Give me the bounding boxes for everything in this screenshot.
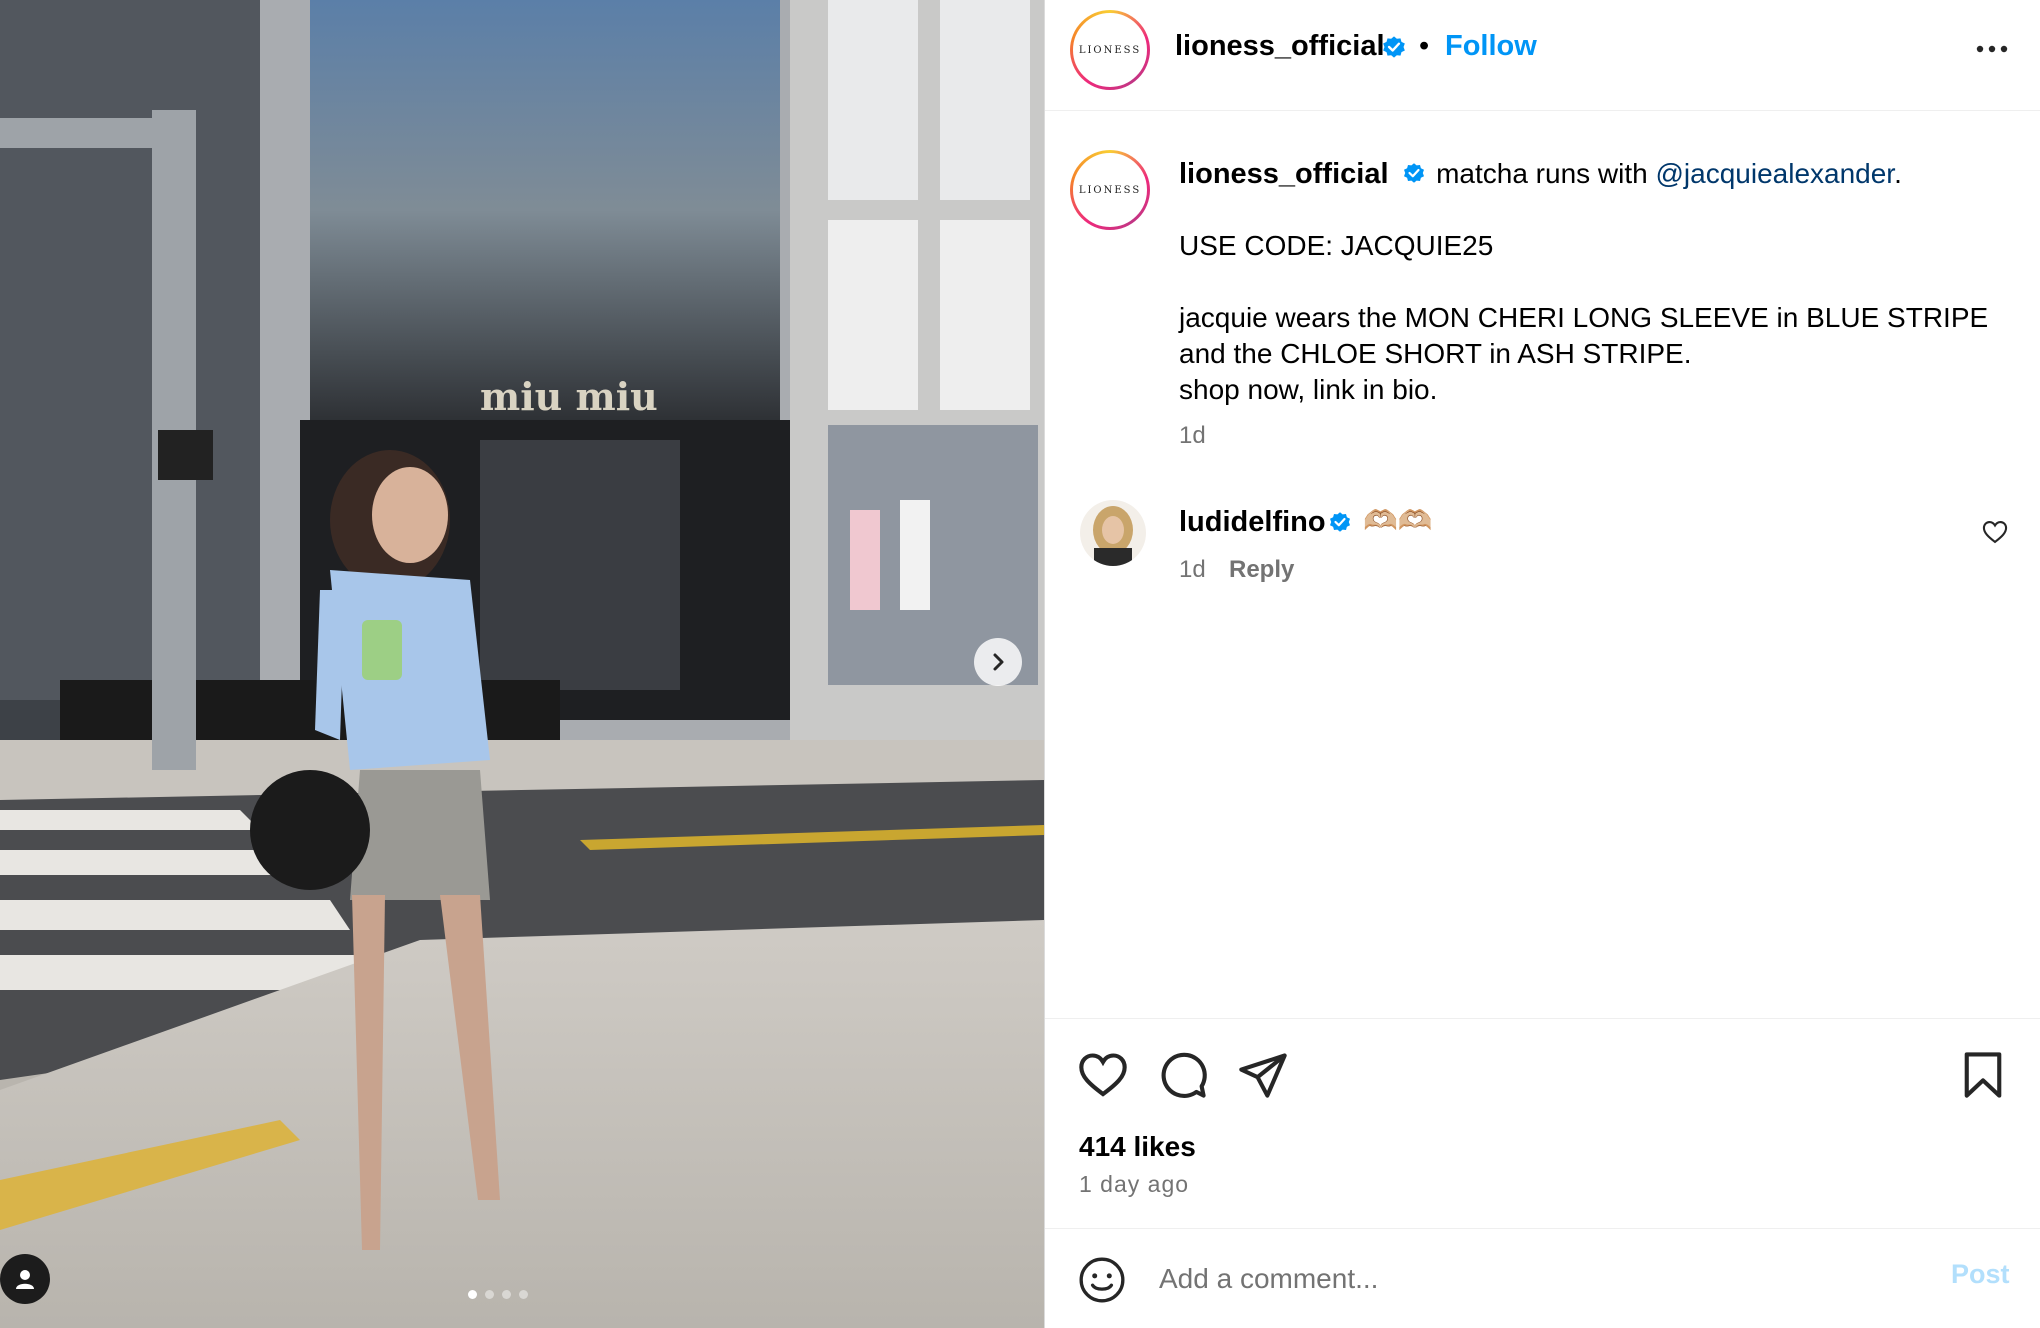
comment-like-heart-icon[interactable] xyxy=(1981,518,2009,546)
carousel-next-button[interactable] xyxy=(974,638,1022,686)
add-comment-bar: Post xyxy=(1045,1228,2040,1328)
emoji-smiley-icon[interactable] xyxy=(1077,1255,1127,1305)
user-tag-icon xyxy=(16,1270,34,1289)
chevron-right-icon xyxy=(993,653,1004,671)
brand-logo: LIONESS xyxy=(1078,44,1142,56)
comment-bubble-icon[interactable] xyxy=(1157,1049,1209,1101)
street-photo-image: miu miu xyxy=(0,0,1044,1328)
caption-username[interactable]: lioness_official xyxy=(1179,158,1389,190)
caption-wears-line-1: jacquie wears the MON CHERI LONG SLEEVE … xyxy=(1179,302,1989,333)
store-sign: miu miu xyxy=(480,374,658,419)
carousel-dot xyxy=(485,1290,494,1299)
account-avatar[interactable]: LIONESS xyxy=(1070,10,1150,90)
save-bookmark-icon[interactable] xyxy=(1957,1049,2009,1101)
follow-button[interactable]: Follow xyxy=(1445,30,1537,63)
comment-text: 🫶🏼🫶🏼 xyxy=(1363,505,1433,536)
likes-count[interactable]: 414 likes xyxy=(1079,1131,1196,1163)
caption-timestamp: 1d xyxy=(1179,422,1206,449)
caption-shop-line: shop now, link in bio. xyxy=(1179,374,1438,405)
caption-wears-line-2: and the CHLOE SHORT in ASH STRIPE. xyxy=(1179,338,1692,369)
comment-reply-button[interactable]: Reply xyxy=(1229,556,1294,584)
carousel-dots xyxy=(468,1290,528,1299)
carousel-dot xyxy=(468,1290,477,1299)
like-heart-icon[interactable] xyxy=(1077,1049,1129,1101)
caption-code-line: USE CODE: JACQUIE25 xyxy=(1179,230,1494,261)
caption-mention-link[interactable]: @jacquiealexander xyxy=(1656,158,1895,189)
post-photo[interactable]: miu miu xyxy=(0,0,1044,1328)
comment-username[interactable]: ludidelfino xyxy=(1179,506,1326,539)
post-timestamp: 1 day ago xyxy=(1079,1171,1190,1197)
comment-timestamp: 1d xyxy=(1179,556,1206,583)
account-username[interactable]: lioness_official xyxy=(1175,30,1385,63)
post-detail-panel: LIONESS lioness_official • Follow LIONES… xyxy=(1044,0,2040,1328)
caption-text: lioness_official matcha runs with @jacqu… xyxy=(1179,156,1999,408)
carousel-dot xyxy=(502,1290,511,1299)
post-header: LIONESS lioness_official • Follow xyxy=(1045,0,2040,111)
share-send-icon[interactable] xyxy=(1237,1049,1289,1101)
carousel-dot xyxy=(519,1290,528,1299)
caption-period: . xyxy=(1894,158,1902,189)
commenter-avatar-image xyxy=(1080,500,1146,566)
verified-badge-icon xyxy=(1383,36,1405,58)
brand-logo: LIONESS xyxy=(1078,184,1142,196)
header-separator: • xyxy=(1419,30,1430,62)
post-actions: 414 likes 1 day ago xyxy=(1045,1018,2040,1228)
tagged-users-button[interactable] xyxy=(0,1254,50,1304)
comment-input[interactable] xyxy=(1159,1251,1859,1307)
caption-body: matcha runs with xyxy=(1428,158,1656,189)
comment-item: ludidelfino 🫶🏼🫶🏼 1d Reply xyxy=(1045,500,2040,600)
commenter-avatar[interactable] xyxy=(1080,500,1146,566)
post-comment-button[interactable]: Post xyxy=(1951,1259,2010,1290)
verified-badge-icon xyxy=(1404,162,1425,183)
verified-badge-icon xyxy=(1330,512,1350,532)
caption-avatar[interactable]: LIONESS xyxy=(1070,150,1150,230)
more-options-icon[interactable] xyxy=(1967,34,2017,64)
